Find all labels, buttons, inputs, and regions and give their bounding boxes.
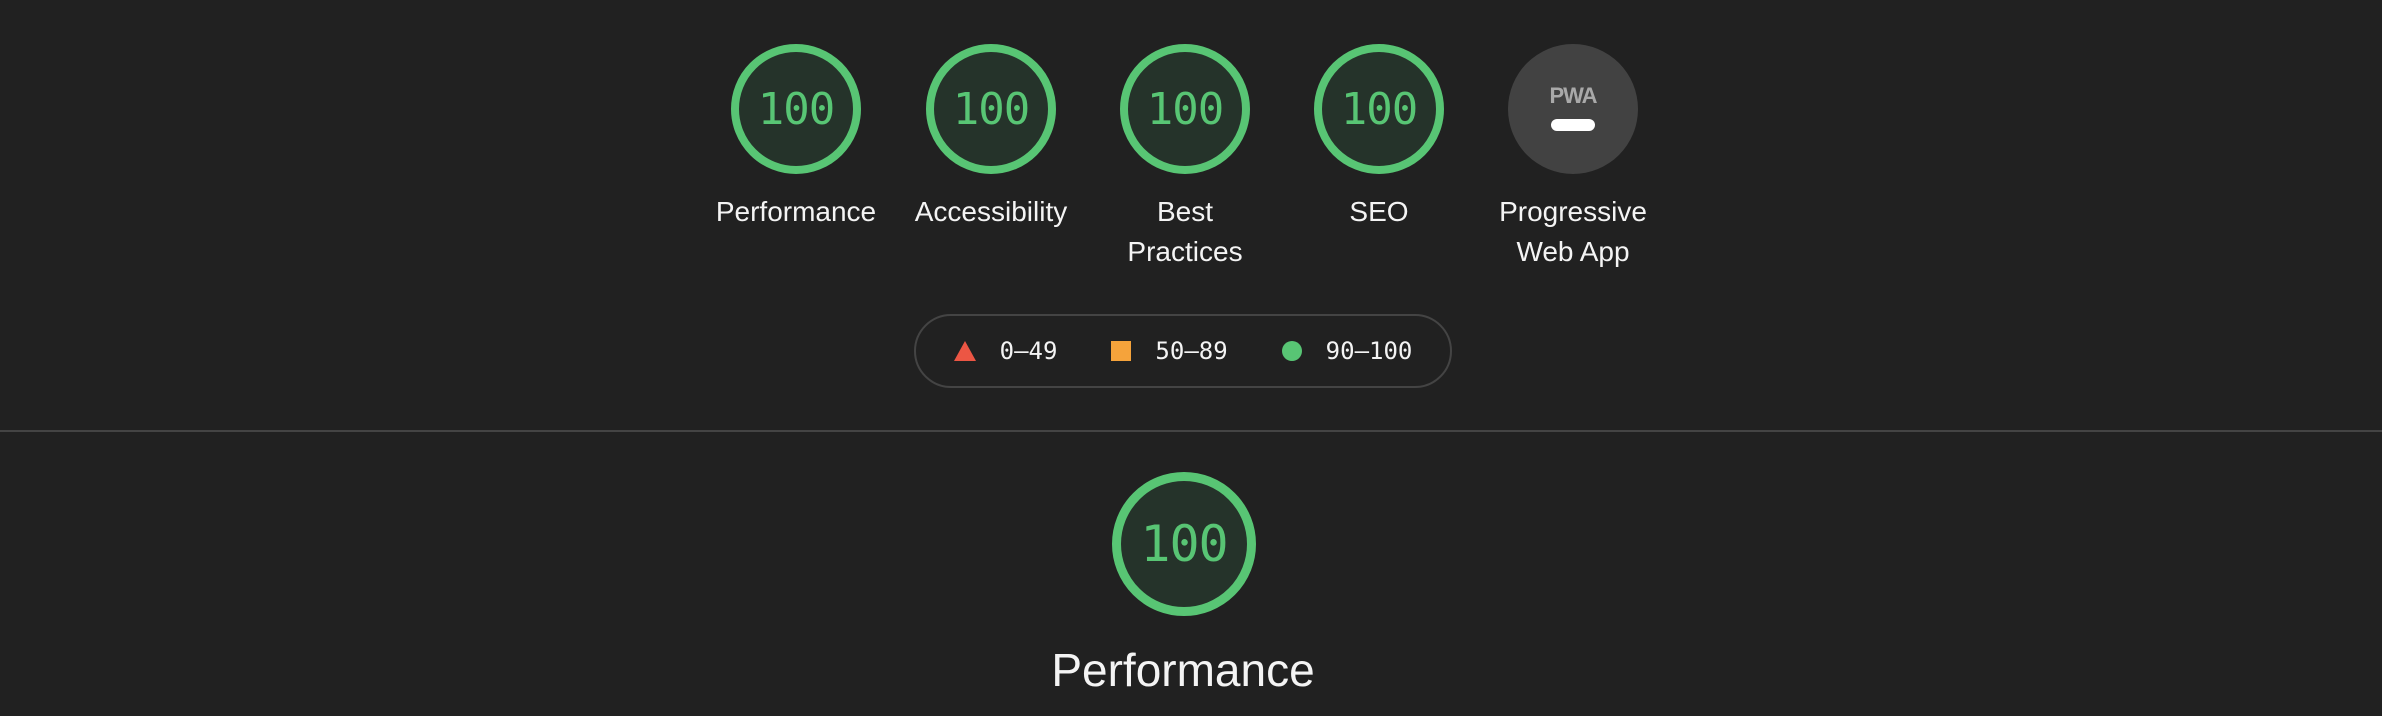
- category-score: 100: [1140, 515, 1228, 573]
- gauge-score: 100: [1146, 83, 1224, 135]
- gauge-pwa[interactable]: PWA Progressive Web App: [1478, 44, 1668, 272]
- gauge-ring: 100: [1120, 44, 1250, 174]
- legend-pass-label: 90–100: [1325, 337, 1413, 365]
- gauge-label: SEO: [1349, 196, 1409, 227]
- legend-average-label: 50–89: [1155, 337, 1228, 365]
- legend-fail: 0–49: [953, 337, 1058, 365]
- gauge-performance[interactable]: 100 Performance: [701, 44, 891, 232]
- gauge-best-practices[interactable]: 100 Best Practices: [1090, 44, 1280, 272]
- legend-pass: 90–100: [1281, 337, 1413, 365]
- score-scale-legend: 0–49 50–89 90–100: [914, 314, 1452, 388]
- pwa-dash-icon: [1551, 119, 1595, 131]
- gauge-label: Best Practices: [1127, 196, 1243, 267]
- gauge-score: 100: [1340, 83, 1418, 135]
- gauge-ring: 100: [1314, 44, 1444, 174]
- pwa-badge-icon: PWA: [1508, 44, 1638, 174]
- gauge-score: 100: [952, 83, 1030, 135]
- lighthouse-report: 100 Performance 100 Accessibility 100 Be…: [0, 0, 2382, 716]
- legend-fail-label: 0–49: [999, 337, 1058, 365]
- gauge-label: Progressive Web App: [1499, 196, 1647, 267]
- gauge-seo[interactable]: 100 SEO: [1284, 44, 1474, 232]
- legend-average: 50–89: [1111, 337, 1228, 365]
- gauge-accessibility[interactable]: 100 Accessibility: [896, 44, 1086, 232]
- gauge-score: 100: [757, 83, 835, 135]
- section-divider: [0, 430, 2382, 432]
- pwa-logo: PWA: [1549, 83, 1597, 108]
- green-circle-icon: [1281, 341, 1302, 361]
- red-triangle-icon: [953, 341, 976, 361]
- category-title: Performance: [1051, 644, 1315, 696]
- orange-square-icon: [1111, 341, 1132, 361]
- gauge-ring: 100: [731, 44, 861, 174]
- gauge-label: Accessibility: [914, 196, 1068, 227]
- category-gauge: 100: [1112, 472, 1256, 616]
- scores-header: 100 Performance 100 Accessibility 100 Be…: [0, 44, 2382, 284]
- gauge-label: Performance: [715, 196, 877, 227]
- gauge-ring: 100: [926, 44, 1056, 174]
